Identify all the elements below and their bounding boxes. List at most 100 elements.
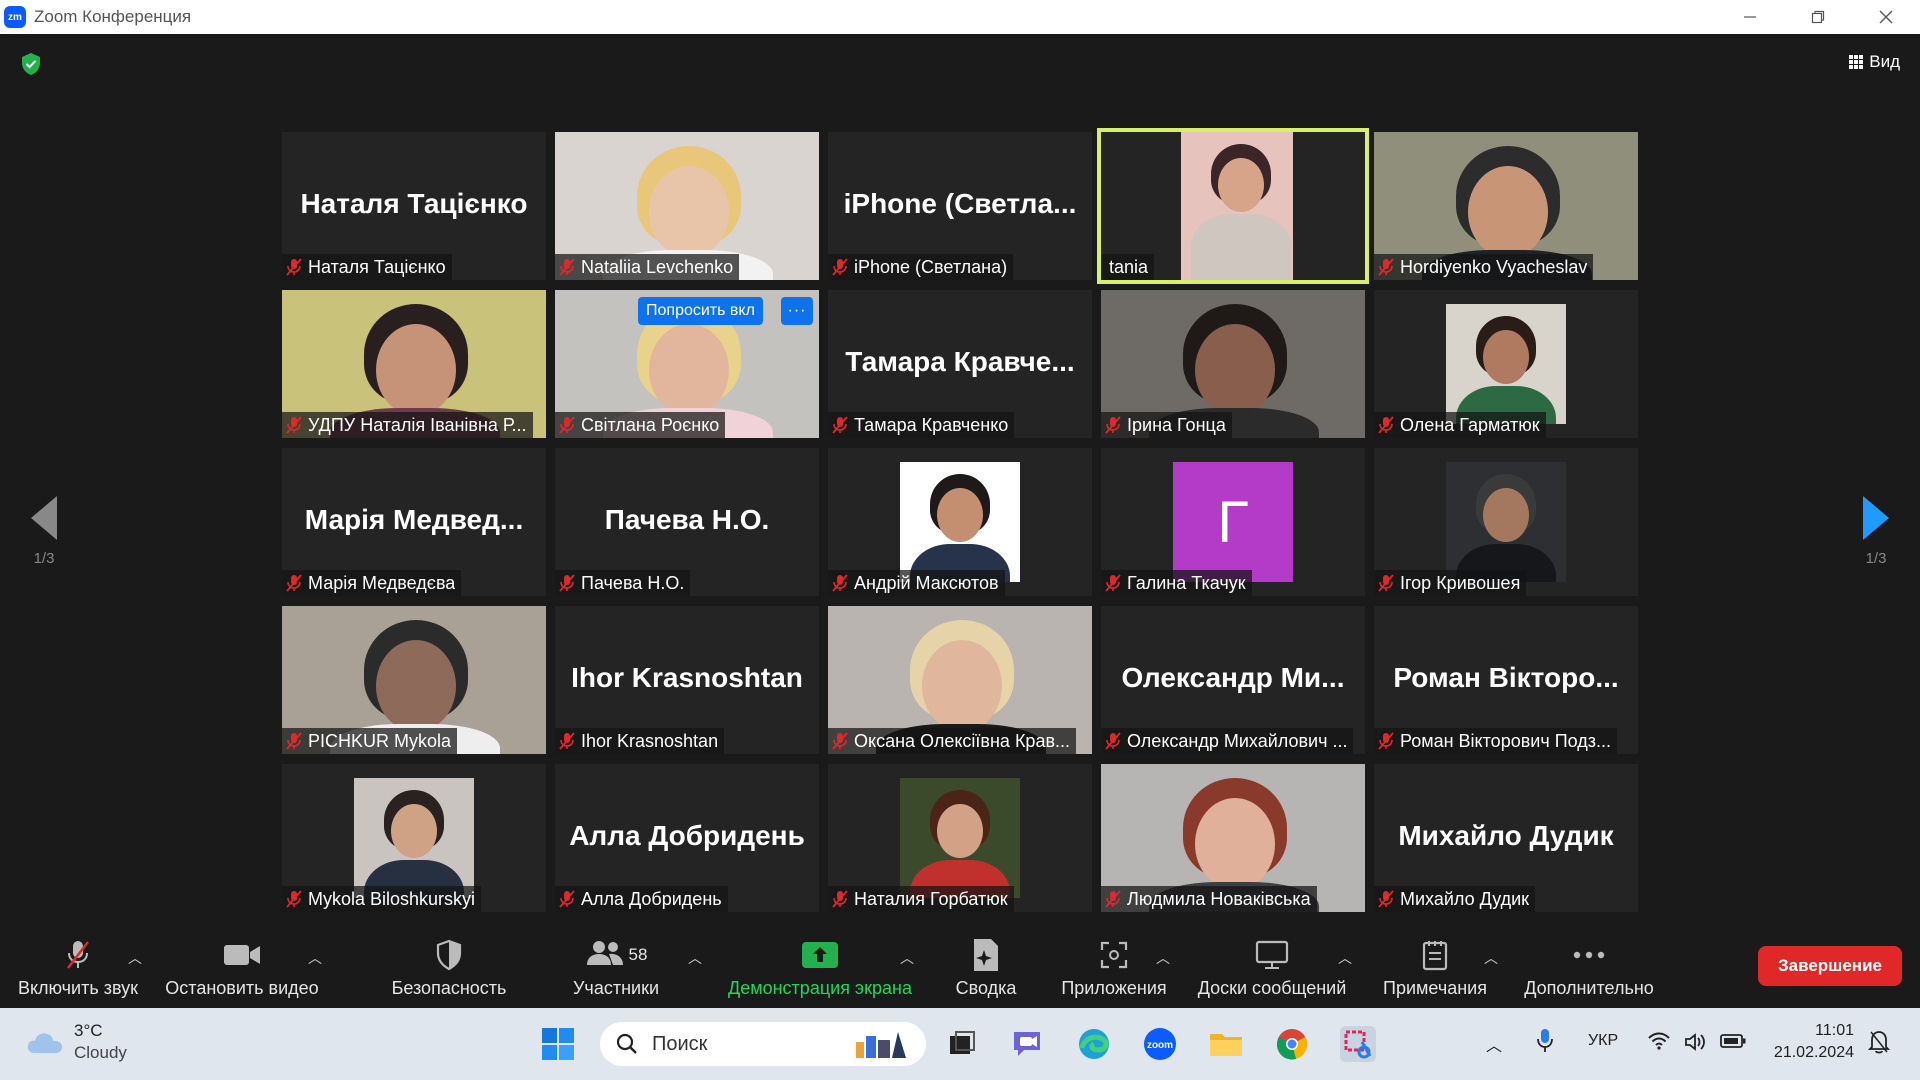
participant-tile[interactable]: PICHKUR Mykola [282, 606, 546, 754]
unmute-button[interactable]: Включить звук [14, 928, 142, 1008]
participant-name-label: Nataliia Levchenko [555, 254, 740, 280]
participant-tile[interactable]: Ігор Кривошея [1374, 448, 1638, 596]
participants-count: 58 [628, 945, 648, 964]
zoom-app-icon[interactable]: zoom [1142, 1026, 1178, 1062]
share-options-caret-icon[interactable]: ︿ [900, 948, 914, 968]
minimize-icon[interactable] [1716, 0, 1784, 34]
participant-name-label: tania [1101, 254, 1155, 280]
chrome-browser-icon[interactable] [1274, 1026, 1310, 1062]
microphone-tray-icon[interactable] [1536, 1028, 1554, 1059]
participant-tile[interactable]: Андрій Максютов [828, 448, 1092, 596]
participant-tile[interactable]: tania [1097, 128, 1369, 284]
participant-tile[interactable]: Пачева Н.О. Пачева Н.О. [555, 448, 819, 596]
participant-tile[interactable]: Марія Медвед... Марія Медведєва [282, 448, 546, 596]
mic-muted-icon [832, 258, 848, 276]
mic-muted-icon [1105, 416, 1121, 434]
apps-button[interactable]: Приложения [1058, 928, 1170, 1008]
participant-tile[interactable]: Попросить вкл ··· Світлана Роєнко [555, 290, 819, 438]
participant-tile[interactable]: Михайло Дудик Михайло Дудик [1374, 764, 1638, 912]
participant-tile[interactable]: Hordiyenko Vyacheslav [1374, 132, 1638, 280]
security-shield-icon[interactable] [20, 52, 42, 76]
apps-options-caret-icon[interactable]: ︿ [1156, 948, 1170, 968]
notes-options-caret-icon[interactable]: ︿ [1484, 948, 1498, 968]
participant-tile[interactable]: Наталия Горбатюк [828, 764, 1092, 912]
notes-icon [1421, 938, 1449, 972]
participant-name-label: Марія Медведєва [282, 570, 462, 596]
windows-start-icon[interactable] [540, 1026, 576, 1062]
participant-display-name: Пачева Н.О. [604, 504, 770, 535]
file-explorer-icon[interactable] [1208, 1026, 1244, 1062]
clock-date: 21.02.2024 [1773, 1044, 1854, 1061]
mic-muted-icon [832, 890, 848, 908]
battery-icon[interactable] [1720, 1034, 1746, 1053]
security-button[interactable]: Безопасность [390, 928, 508, 1008]
share-screen-button[interactable]: Демонстрация экрана [722, 928, 918, 1008]
participant-tile[interactable]: Ihor Krasnoshtan Ihor Krasnoshtan [555, 606, 819, 754]
wifi-icon[interactable] [1648, 1032, 1670, 1055]
participant-tile[interactable]: Олена Гарматюк [1374, 290, 1638, 438]
volume-icon[interactable] [1684, 1032, 1708, 1057]
notes-button[interactable]: Примечания [1380, 928, 1490, 1008]
language-indicator[interactable]: УКР [1588, 1032, 1618, 1050]
participant-tile[interactable]: iPhone (Светла... iPhone (Светлана) [828, 132, 1092, 280]
participant-tile[interactable]: Ірина Гонца [1101, 290, 1365, 438]
mic-muted-icon [286, 732, 302, 750]
summary-button[interactable]: Сводка [946, 928, 1026, 1008]
end-meeting-button[interactable]: Завершение [1758, 946, 1902, 986]
participant-name-label: Mykola Biloshkurskyi [282, 886, 482, 912]
taskbar-clock[interactable]: 11:01 21.02.2024 [1768, 1020, 1854, 1064]
participants-icon [585, 939, 625, 972]
more-button[interactable]: Дополнительно [1518, 928, 1660, 1008]
participant-name-label: Ihor Krasnoshtan [555, 728, 725, 754]
participant-name-label: Оксана Олексіївна Крав... [828, 728, 1077, 754]
participants-button[interactable]: 58 Участники [562, 928, 670, 1008]
mic-muted-icon [1378, 574, 1394, 592]
participant-tile[interactable]: Олександр Ми... Олександр Михайлович ... [1101, 606, 1365, 754]
whiteboards-button[interactable]: Доски сообщений [1192, 928, 1352, 1008]
participant-tile[interactable]: Г Галина Ткачук [1101, 448, 1365, 596]
mic-muted-icon [1105, 732, 1121, 750]
notification-bell-icon[interactable] [1867, 1030, 1891, 1059]
participant-tile[interactable]: Алла Добридень Алла Добридень [555, 764, 819, 912]
weather-temperature: 3°C [74, 1021, 103, 1040]
edge-browser-icon[interactable] [1076, 1026, 1112, 1062]
participant-tile[interactable]: Людмила Новаківська [1101, 764, 1365, 912]
window-title: Zoom Конференция [34, 7, 192, 26]
whiteboards-options-caret-icon[interactable]: ︿ [1338, 948, 1352, 968]
participant-avatar [1446, 462, 1566, 582]
snipping-tool-icon[interactable] [1340, 1026, 1376, 1062]
participant-tile[interactable]: Тамара Кравче... Тамара Кравченко [828, 290, 1092, 438]
mic-muted-icon [1378, 890, 1394, 908]
view-button[interactable]: Вид [1849, 52, 1900, 72]
close-icon[interactable] [1852, 0, 1920, 34]
participant-more-button[interactable]: ··· [781, 297, 813, 325]
mic-muted-icon [559, 416, 575, 434]
show-hidden-icons-icon[interactable]: ︿ [1486, 1032, 1502, 1056]
audio-options-caret-icon[interactable]: ︿ [128, 948, 142, 968]
participant-tile[interactable]: Nataliia Levchenko [555, 132, 819, 280]
prev-page-button[interactable]: 1/3 [14, 496, 74, 567]
weather-condition: Cloudy [74, 1043, 127, 1062]
participant-tile[interactable]: Mykola Biloshkurskyi [282, 764, 546, 912]
mic-muted-icon [286, 890, 302, 908]
mic-muted-icon [832, 574, 848, 592]
next-page-button[interactable]: 1/3 [1846, 496, 1906, 567]
participant-display-name: Ihor Krasnoshtan [571, 662, 803, 693]
teams-chat-icon[interactable] [1010, 1026, 1046, 1062]
participant-tile[interactable]: Оксана Олексіївна Крав... [828, 606, 1092, 754]
stop-video-button[interactable]: Остановить видео [162, 928, 322, 1008]
participant-tile[interactable]: Роман Вікторо... Роман Вікторович Подз... [1374, 606, 1638, 754]
video-options-caret-icon[interactable]: ︿ [308, 948, 322, 968]
window-titlebar: zm Zoom Конференция [0, 0, 1920, 34]
taskbar-search-input[interactable]: Поиск [600, 1022, 926, 1066]
ask-to-unmute-button[interactable]: Попросить вкл [638, 297, 763, 325]
participant-tile[interactable]: УДПУ Наталія Іванівна Р... [282, 290, 546, 438]
participant-tile[interactable]: Наталя Тацієнко Наталя Тацієнко [282, 132, 546, 280]
window-controls [1716, 0, 1920, 34]
task-view-icon[interactable] [944, 1026, 980, 1062]
clock-time: 11:01 [1815, 1022, 1854, 1039]
restore-icon[interactable] [1784, 0, 1852, 34]
participants-options-caret-icon[interactable]: ︿ [688, 948, 702, 968]
weather-widget[interactable]: 3°C Cloudy [26, 1020, 127, 1064]
search-icon [616, 1033, 637, 1054]
